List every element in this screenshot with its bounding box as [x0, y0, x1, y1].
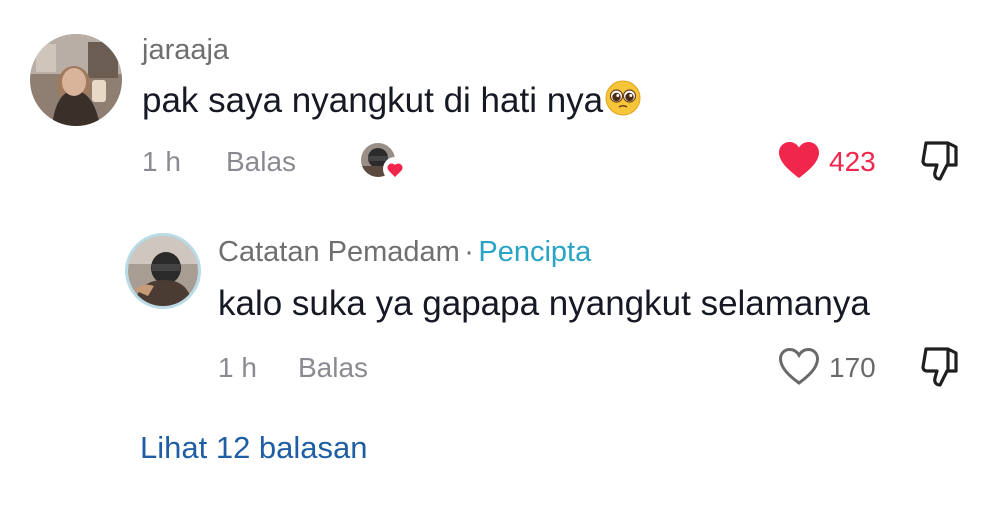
- reply-dislike-button[interactable]: [918, 346, 962, 392]
- reply-text: kalo suka ya gapapa nyangkut selamanya: [218, 284, 870, 323]
- comment-timestamp: 1 h: [142, 146, 181, 177]
- reply-reply-button[interactable]: Balas: [298, 352, 368, 384]
- view-replies-link[interactable]: Lihat 12 balasan: [140, 430, 368, 466]
- reply-like-button[interactable]: [775, 346, 823, 391]
- commenter-username[interactable]: jaraaja: [142, 34, 229, 67]
- comment-dislike-button[interactable]: [918, 140, 962, 186]
- pleading-face-emoji: [605, 80, 641, 125]
- comment-text: pak saya nyangkut di hati nya: [142, 80, 641, 125]
- reply-like-count: 170: [829, 352, 876, 383]
- reply-avatar[interactable]: [128, 236, 198, 306]
- creator-liked-badge: [358, 140, 410, 184]
- creator-badge: Pencipta: [478, 236, 592, 268]
- commenter-avatar[interactable]: [30, 34, 122, 126]
- comment-text-body: pak saya nyangkut di hati nya: [142, 81, 604, 120]
- comment-like-count: 423: [829, 146, 876, 177]
- reply-username[interactable]: Catatan Pemadam: [218, 236, 460, 268]
- comment-reply-button[interactable]: Balas: [226, 146, 296, 178]
- thumbs-down-icon: [920, 139, 960, 188]
- heart-outline-icon: [777, 346, 821, 391]
- reply-timestamp: 1 h: [218, 352, 257, 383]
- header-separator: ·: [464, 236, 474, 268]
- heart-filled-icon: [777, 140, 821, 185]
- thumbs-down-icon: [920, 345, 960, 394]
- reply-header: Catatan Pemadam · Pencipta: [218, 236, 591, 269]
- comment-like-button[interactable]: [775, 140, 823, 185]
